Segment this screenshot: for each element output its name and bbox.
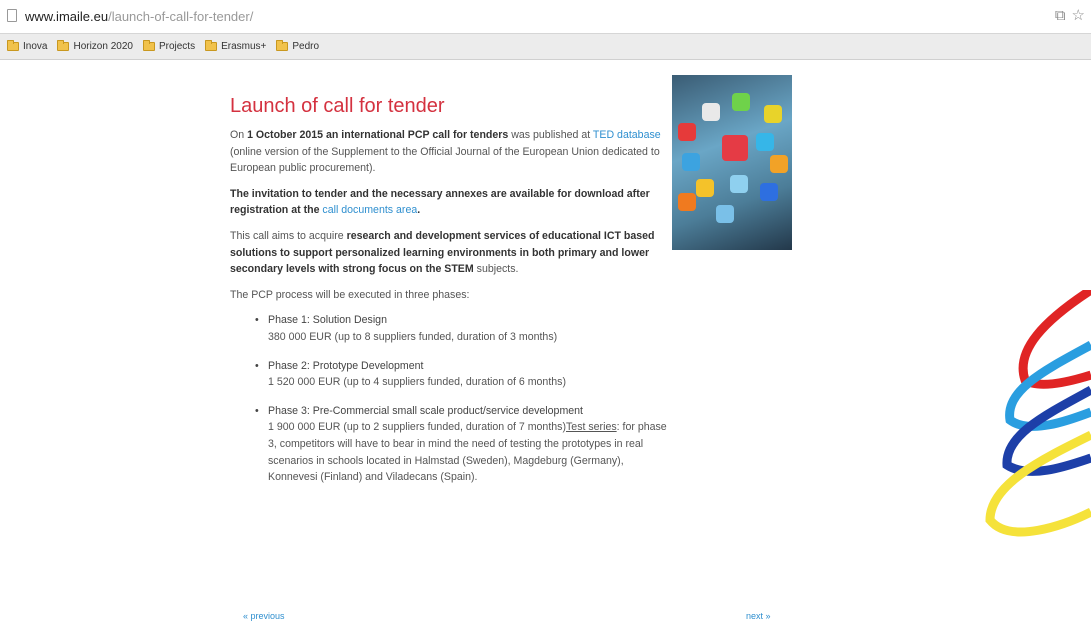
bookmark-star-icon[interactable]: ☆ — [1072, 7, 1085, 24]
page-title: Launch of call for tender — [230, 95, 445, 117]
bold-text: The invitation to tender and the necessa… — [230, 187, 650, 217]
folder-icon — [7, 40, 19, 51]
app-icon — [730, 175, 748, 193]
url-domain: www.imaile.eu — [25, 9, 109, 24]
app-icon — [764, 105, 782, 123]
text: subjects. — [473, 263, 519, 276]
phase-name: Phase 1: Solution Design — [268, 314, 387, 327]
phases-list: Phase 1: Solution Design 380 000 EUR (up … — [230, 312, 670, 485]
app-icon — [678, 123, 696, 141]
phases-intro: The PCP process will be executed in thre… — [230, 288, 470, 301]
app-icon — [682, 153, 700, 171]
app-icon — [756, 133, 774, 151]
app-icon — [702, 103, 720, 121]
folder-icon — [205, 40, 218, 51]
phase-name: Phase 3: Pre-Commercial small scale prod… — [268, 404, 583, 417]
toolbar-icons: ⧉ ☆ — [1049, 6, 1085, 24]
app-icon — [760, 183, 778, 201]
phase-detail: 1 520 000 EUR (up to 4 suppliers funded,… — [268, 376, 566, 389]
text: This call aims to acquire — [230, 229, 347, 242]
list-item: Phase 2: Prototype Development 1 520 000 … — [230, 358, 670, 391]
bookmark-erasmus[interactable]: Erasmus+ — [205, 40, 267, 52]
bookmark-label: Projects — [158, 41, 196, 52]
bookmark-label: Inova — [23, 41, 48, 52]
tablet-apps-image — [672, 75, 792, 250]
previous-link[interactable]: « previous — [243, 611, 285, 621]
bookmark-label: Pedro — [292, 41, 320, 52]
next-link[interactable]: next » — [746, 611, 771, 621]
bookmark-label: Horizon 2020 — [73, 41, 133, 52]
aim-paragraph: This call aims to acquire research and d… — [230, 228, 670, 278]
phase-detail: 1 900 000 EUR (up to 2 suppliers funded,… — [268, 419, 670, 485]
url-text[interactable]: www.imaile.eu/launch-of-call-for-tender/ — [25, 9, 253, 24]
phase-detail: 380 000 EUR (up to 8 suppliers funded, d… — [268, 330, 558, 343]
page-icon — [7, 9, 17, 22]
text: 1 900 000 EUR (up to 2 suppliers funded,… — [268, 421, 566, 434]
folder-icon — [276, 40, 289, 51]
decorative-swoosh-logo — [985, 290, 1091, 537]
address-bar[interactable]: www.imaile.eu/launch-of-call-for-tender/… — [0, 0, 1091, 33]
list-item: Phase 3: Pre-Commercial small scale prod… — [230, 403, 670, 486]
bookmark-label: Erasmus+ — [221, 41, 267, 52]
app-icon — [696, 179, 714, 197]
phase-name: Phase 2: Prototype Development — [268, 359, 424, 372]
url-path: /launch-of-call-for-tender/ — [108, 9, 254, 24]
bookmark-horizon-2020[interactable]: Horizon 2020 — [57, 40, 133, 52]
bookmark-pedro[interactable]: Pedro — [276, 40, 320, 52]
invitation-paragraph: The invitation to tender and the necessa… — [230, 186, 670, 219]
folder-icon — [57, 40, 70, 51]
app-icon — [678, 193, 696, 211]
date-text: 1 October 2015 — [247, 129, 324, 141]
intro-paragraph: On 1 October 2015 an international PCP c… — [230, 127, 670, 177]
folder-icon — [142, 40, 155, 51]
bold-text: an international PCP call for tenders — [323, 129, 509, 141]
text: was published at — [508, 129, 593, 141]
bookmark-inova[interactable]: Inova — [7, 40, 48, 52]
app-icon — [732, 93, 750, 111]
bookmarks-bar: Inova Horizon 2020 Projects Erasmus+ Ped… — [0, 33, 1091, 60]
test-series-text: Test series — [566, 421, 617, 434]
translate-icon[interactable]: ⧉ — [1055, 7, 1066, 24]
ted-database-link[interactable]: TED database — [593, 129, 661, 141]
call-documents-link[interactable]: call documents area — [322, 204, 417, 216]
list-item: Phase 1: Solution Design 380 000 EUR (up … — [230, 312, 670, 345]
app-icon — [722, 135, 748, 161]
app-icon — [770, 155, 788, 173]
text: On — [230, 129, 248, 141]
app-icon — [716, 205, 734, 223]
bold-text: . — [417, 204, 421, 217]
article: Launch of call for tender On 1 October 2… — [230, 94, 670, 498]
text: (online version of the Supplement to the… — [230, 145, 660, 175]
bookmark-projects[interactable]: Projects — [142, 40, 196, 52]
